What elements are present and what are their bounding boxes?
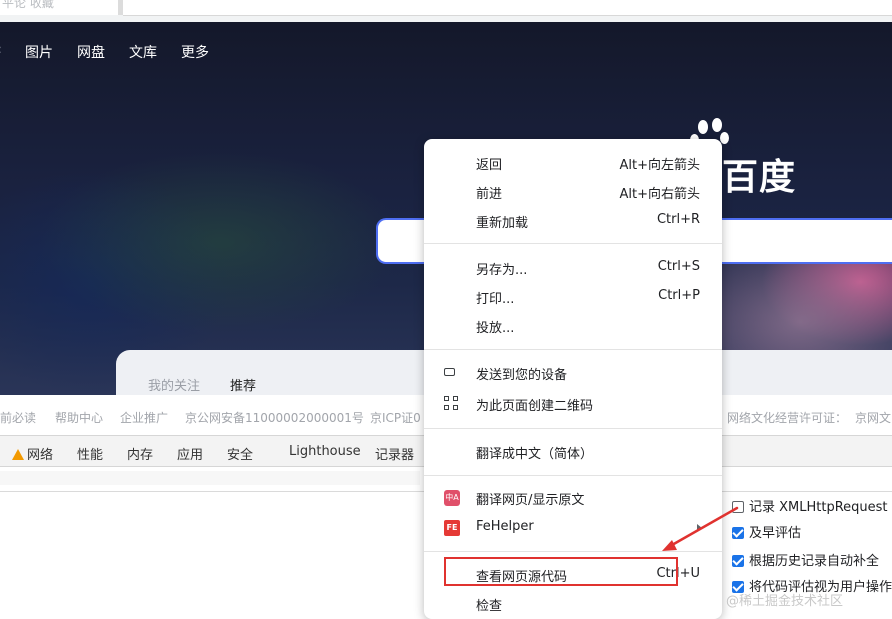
menu-item-shortcut: Alt+向右箭头 xyxy=(619,187,701,202)
menu-separator xyxy=(424,551,722,552)
checkbox-icon[interactable] xyxy=(732,501,744,513)
warning-icon xyxy=(12,449,24,460)
menu-item-label: 检查 xyxy=(476,599,503,614)
nav-item-more[interactable]: 更多 xyxy=(181,42,209,62)
tab-my-follow[interactable]: 我的关注 xyxy=(148,375,200,394)
menu-item-forward[interactable]: 前进 Alt+向右箭头 xyxy=(424,179,722,205)
browser-top-bar: 平论 收藏 xyxy=(0,0,892,22)
nav-item-images[interactable]: 图片 xyxy=(25,42,53,62)
menu-item-translate-extension[interactable]: 中A 翻译网页/显示原文 xyxy=(424,485,722,511)
devices-icon xyxy=(444,368,455,376)
qr-code-icon xyxy=(444,396,458,410)
tab-recommend[interactable]: 推荐 xyxy=(230,375,256,394)
menu-item-label: 查看网页源代码 xyxy=(476,570,568,585)
footer-link[interactable]: 京网文 xyxy=(855,409,891,426)
watermark: @稀土掘金技术社区 xyxy=(726,594,844,609)
menu-item-reload[interactable]: 重新加载 Ctrl+R xyxy=(424,208,722,234)
menu-separator xyxy=(424,349,722,350)
nav-edge-glyph: ‹ xyxy=(0,42,2,58)
menu-item-create-qr[interactable]: 为此页面创建二维码 xyxy=(424,391,722,417)
footer-link[interactable]: 京公网安备11000002000001号 xyxy=(185,409,364,426)
fehelper-icon: FE xyxy=(444,520,460,536)
footer-link[interactable]: 企业推广 xyxy=(120,409,168,426)
menu-item-label: 另存为... xyxy=(476,263,528,278)
menu-item-label: FeHelper xyxy=(476,519,534,534)
devtools-filter[interactable] xyxy=(0,471,420,485)
menu-item-send-to-devices[interactable]: 发送到您的设备 xyxy=(424,360,722,386)
footer-link[interactable]: 前必读 xyxy=(0,409,36,426)
menu-item-view-source[interactable]: 查看网页源代码 Ctrl+U xyxy=(424,562,722,588)
setting-log-xhr[interactable]: 记录 XMLHttpRequest xyxy=(732,496,888,516)
menu-item-shortcut: Alt+向左箭头 xyxy=(619,158,701,173)
menu-separator xyxy=(424,428,722,429)
translate-extension-icon: 中A xyxy=(444,490,460,506)
submenu-arrow-icon xyxy=(697,524,702,532)
checkbox-checked-icon[interactable] xyxy=(732,555,744,567)
menu-item-cast[interactable]: 投放... xyxy=(424,313,722,339)
setting-autocomplete-history[interactable]: 根据历史记录自动补全 xyxy=(732,550,879,570)
menu-separator xyxy=(424,243,722,244)
menu-separator xyxy=(424,475,722,476)
tab-memory[interactable]: 内存 xyxy=(127,444,153,463)
checkbox-checked-icon[interactable] xyxy=(732,527,744,539)
footer-link[interactable]: 网络文化经营许可证： xyxy=(727,409,847,426)
tab-network[interactable]: 网络 xyxy=(12,444,53,463)
baidu-logo-text: 百度 xyxy=(722,157,797,198)
menu-item-print[interactable]: 打印... Ctrl+P xyxy=(424,284,722,310)
setting-label: 根据历史记录自动补全 xyxy=(749,554,880,569)
tab-recorder[interactable]: 记录器 xyxy=(375,444,414,463)
nav-item-wenku[interactable]: 文库 xyxy=(129,42,157,62)
tab-application[interactable]: 应用 xyxy=(177,444,203,463)
menu-item-shortcut: Ctrl+S xyxy=(657,259,700,274)
browser-tab[interactable]: 平论 收藏 xyxy=(0,0,118,15)
setting-eager-eval[interactable]: 及早评估 xyxy=(732,522,801,542)
tab-network-label: 网络 xyxy=(27,448,54,463)
menu-item-label: 翻译网页/显示原文 xyxy=(476,493,585,508)
footer-link[interactable]: 帮助中心 xyxy=(55,409,103,426)
menu-item-label: 返回 xyxy=(476,158,503,173)
menu-item-translate[interactable]: 翻译成中文（简体） xyxy=(424,439,722,465)
tab-lighthouse[interactable]: Lighthouse xyxy=(289,444,361,459)
setting-label: 记录 XMLHttpRequest xyxy=(749,500,888,515)
context-menu: 返回 Alt+向左箭头 前进 Alt+向右箭头 重新加载 Ctrl+R 另存为.… xyxy=(424,139,722,619)
menu-item-back[interactable]: 返回 Alt+向左箭头 xyxy=(424,150,722,176)
tab-performance[interactable]: 性能 xyxy=(77,444,103,463)
menu-item-label: 打印... xyxy=(476,292,515,307)
nav-item-netdisk[interactable]: 网盘 xyxy=(77,42,105,62)
menu-item-inspect[interactable]: 检查 xyxy=(424,591,722,617)
menu-item-label: 翻译成中文（简体） xyxy=(476,447,594,462)
menu-item-shortcut: Ctrl+R xyxy=(656,212,700,227)
browser-tab-text: 平论 收藏 xyxy=(2,0,54,10)
setting-label: 及早评估 xyxy=(749,526,802,541)
menu-item-fehelper[interactable]: FE FeHelper xyxy=(424,515,722,541)
menu-item-label: 前进 xyxy=(476,187,503,202)
menu-item-save-as[interactable]: 另存为... Ctrl+S xyxy=(424,255,722,281)
menu-item-shortcut: Ctrl+P xyxy=(658,288,700,303)
address-bar[interactable] xyxy=(123,0,892,16)
tab-security[interactable]: 安全 xyxy=(227,444,253,463)
menu-item-label: 投放... xyxy=(476,321,515,336)
menu-item-shortcut: Ctrl+U xyxy=(656,566,700,581)
menu-item-label: 为此页面创建二维码 xyxy=(476,399,594,414)
footer-link[interactable]: 京ICP证0 xyxy=(370,409,421,426)
menu-item-label: 重新加载 xyxy=(476,216,529,231)
menu-item-label: 发送到您的设备 xyxy=(476,368,568,383)
